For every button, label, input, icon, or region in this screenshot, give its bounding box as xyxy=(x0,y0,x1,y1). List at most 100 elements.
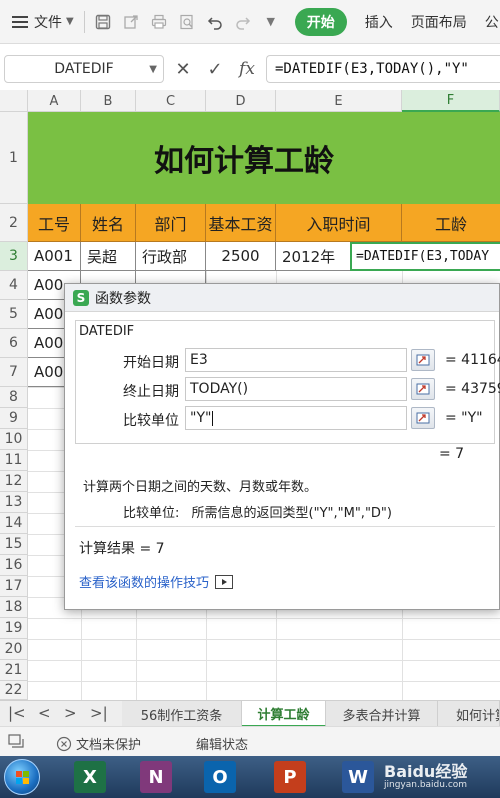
row-header-11[interactable]: 11 xyxy=(0,450,28,471)
row-header-14[interactable]: 14 xyxy=(0,513,28,534)
cell-b3[interactable]: 吴超 xyxy=(81,242,136,271)
save-icon[interactable] xyxy=(93,12,113,32)
cell-a3[interactable]: A001 xyxy=(28,242,81,271)
screen-record-icon[interactable] xyxy=(8,734,26,748)
row-header-1[interactable]: 1 xyxy=(0,112,28,204)
header-cell-salary[interactable]: 基本工资 xyxy=(206,204,276,242)
function-help-link[interactable]: 查看该函数的操作技巧 xyxy=(79,572,234,591)
row-header-5[interactable]: 5 xyxy=(0,300,28,329)
sheet-tab-how-to[interactable]: 如何计算 xyxy=(438,701,500,727)
print-icon[interactable] xyxy=(149,12,169,32)
unprotected-icon xyxy=(56,736,72,751)
function-total: = 7 xyxy=(439,446,465,462)
sheet-tab-payslip[interactable]: 56制作工资条 xyxy=(122,701,242,727)
row-header-3[interactable]: 3 xyxy=(0,242,28,271)
cancel-formula-icon[interactable]: ✕ xyxy=(170,59,196,80)
sheet-tab-merge[interactable]: 多表合并计算 xyxy=(326,701,438,727)
collapse-dialog-icon[interactable] xyxy=(411,378,435,400)
status-bar: 文档未保护 编辑状态 xyxy=(0,726,500,756)
column-header-b[interactable]: B xyxy=(81,90,136,112)
column-header-e[interactable]: E xyxy=(276,90,402,112)
hamburger-menu-icon[interactable] xyxy=(12,15,28,28)
active-cell-f3[interactable]: =DATEDIF(E3,TODAY xyxy=(350,242,500,271)
column-header-f[interactable]: F xyxy=(402,90,500,112)
row-header-8[interactable]: 8 xyxy=(0,387,28,408)
function-name: DATEDIF xyxy=(79,324,135,339)
row-header-12[interactable]: 12 xyxy=(0,471,28,492)
row-header-18[interactable]: 18 xyxy=(0,597,28,618)
arg-input-unit[interactable]: "Y" xyxy=(185,406,407,430)
row-header-20[interactable]: 20 xyxy=(0,639,28,660)
insert-function-icon[interactable]: fx xyxy=(234,59,260,79)
row-header-16[interactable]: 16 xyxy=(0,555,28,576)
header-cell-department[interactable]: 部门 xyxy=(136,204,206,242)
function-arguments-dialog[interactable]: S 函数参数 DATEDIF 开始日期 E3 = 41164 终止日期 TODA… xyxy=(64,283,500,610)
last-sheet-icon[interactable]: >| xyxy=(90,704,108,722)
column-header-a[interactable]: A xyxy=(28,90,81,112)
row-header-10[interactable]: 10 xyxy=(0,429,28,450)
redo-icon[interactable] xyxy=(233,12,253,32)
more-icon[interactable]: ▼ xyxy=(261,12,281,32)
arg-input-unit-value: "Y" xyxy=(190,410,212,426)
export-icon[interactable] xyxy=(121,12,141,32)
windows-taskbar: X N O P W Baidu经验 jingyan.baidu.com xyxy=(0,756,500,798)
windows-start-button[interactable] xyxy=(4,759,40,795)
arg-input-start-date[interactable]: E3 xyxy=(185,348,407,372)
row-header-19[interactable]: 19 xyxy=(0,618,28,639)
onenote-app-icon[interactable]: N xyxy=(140,761,172,793)
row-header-17[interactable]: 17 xyxy=(0,576,28,597)
next-sheet-icon[interactable]: > xyxy=(64,704,77,722)
collapse-dialog-icon[interactable] xyxy=(411,407,435,429)
row-header-13[interactable]: 13 xyxy=(0,492,28,513)
powerpoint-app-icon[interactable]: P xyxy=(274,761,306,793)
row-header-2[interactable]: 2 xyxy=(0,204,28,242)
word-app-icon[interactable]: W xyxy=(342,761,374,793)
formula-input[interactable]: =DATEDIF(E3,TODAY(),"Y" xyxy=(266,55,500,83)
column-headers: A B C D E F xyxy=(0,90,500,112)
row-header-4[interactable]: 4 xyxy=(0,271,28,300)
file-menu-label: 文件 xyxy=(34,14,62,31)
row-header-15[interactable]: 15 xyxy=(0,534,28,555)
spreadsheet-app: 文件 ▼ ▼ 开始 插入 页面布局 公 DATEDIF ▼ ✕ ✓ fx =DA… xyxy=(0,0,500,798)
row-header-21[interactable]: 21 xyxy=(0,660,28,681)
header-cell-hire-date[interactable]: 入职时间 xyxy=(276,204,402,242)
excel-app-icon[interactable]: X xyxy=(74,761,106,793)
baidu-watermark-url: jingyan.baidu.com xyxy=(384,780,468,790)
row-header-22[interactable]: 22 xyxy=(0,681,28,700)
argument-description-label: 比较单位: xyxy=(123,506,180,521)
undo-icon[interactable] xyxy=(205,12,225,32)
outlook-app-icon[interactable]: O xyxy=(204,761,236,793)
arg-result-end-date: = 43759 xyxy=(445,381,500,397)
tab-page-layout[interactable]: 页面布局 xyxy=(411,12,467,32)
tab-insert[interactable]: 插入 xyxy=(365,12,393,32)
print-preview-icon[interactable] xyxy=(177,12,197,32)
column-header-d[interactable]: D xyxy=(206,90,276,112)
sheet-title[interactable]: 如何计算工龄 xyxy=(28,112,500,204)
sheet-tab-seniority[interactable]: 计算工龄 xyxy=(242,701,326,727)
collapse-dialog-icon[interactable] xyxy=(411,349,435,371)
header-cell-seniority[interactable]: 工龄 xyxy=(402,204,500,242)
arg-label-start-date: 开始日期 xyxy=(123,355,179,371)
row-header-7[interactable]: 7 xyxy=(0,358,28,387)
header-cell-name[interactable]: 姓名 xyxy=(81,204,136,242)
cell-e3[interactable]: 2012年 xyxy=(276,242,350,271)
confirm-formula-icon[interactable]: ✓ xyxy=(202,59,228,80)
tab-formulas[interactable]: 公 xyxy=(485,12,499,32)
column-header-c[interactable]: C xyxy=(136,90,206,112)
dialog-title-bar[interactable]: S 函数参数 xyxy=(65,284,499,312)
previous-sheet-icon[interactable]: < xyxy=(38,704,51,722)
cell-c3[interactable]: 行政部 xyxy=(136,242,206,271)
row-header-9[interactable]: 9 xyxy=(0,408,28,429)
file-menu[interactable]: 文件 ▼ xyxy=(34,12,74,32)
row-header-6[interactable]: 6 xyxy=(0,329,28,358)
arg-input-end-date[interactable]: TODAY() xyxy=(185,377,407,401)
tab-home[interactable]: 开始 xyxy=(294,7,347,36)
function-help-link-label: 查看该函数的操作技巧 xyxy=(79,576,210,591)
document-protection[interactable]: 文档未保护 xyxy=(56,734,141,753)
first-sheet-icon[interactable]: |< xyxy=(8,704,26,722)
header-cell-id[interactable]: 工号 xyxy=(28,204,81,242)
cell-d3[interactable]: 2500 xyxy=(206,242,276,271)
toolbar-divider xyxy=(83,10,85,33)
name-box[interactable]: DATEDIF ▼ xyxy=(4,55,164,83)
select-all-corner[interactable] xyxy=(0,90,28,112)
